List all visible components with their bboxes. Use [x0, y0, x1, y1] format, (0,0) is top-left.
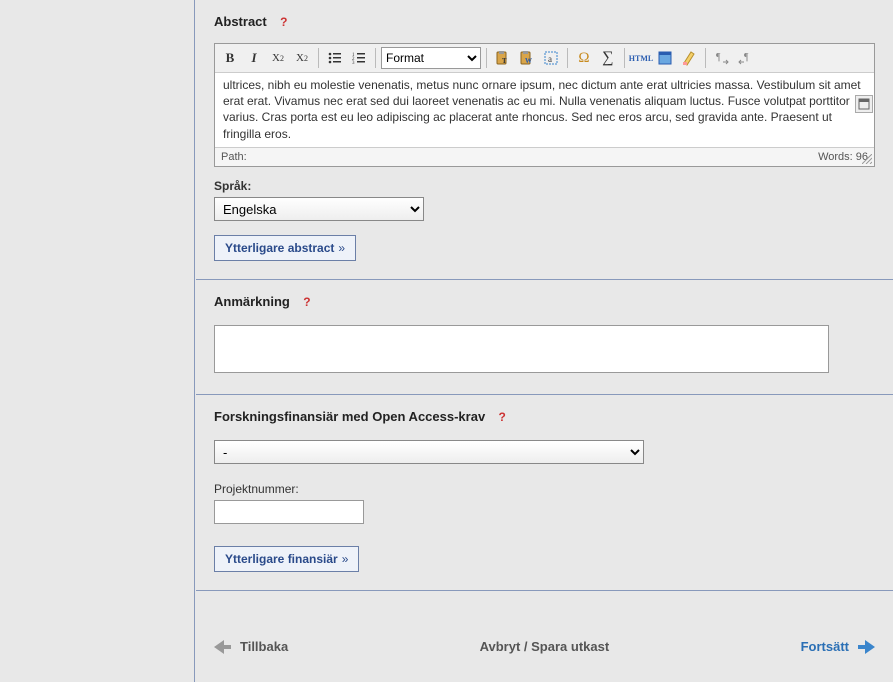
unordered-list-button[interactable]: [324, 47, 346, 69]
editor-path: Path:: [221, 151, 247, 163]
footer-nav: Tillbaka Avbryt / Spara utkast Fortsätt: [196, 615, 893, 682]
rich-text-editor: B I X2 X2 123 Format: [214, 43, 875, 167]
language-label: Språk:: [214, 179, 875, 193]
abstract-title: Abstract: [214, 14, 267, 29]
abstract-help-icon[interactable]: ?: [280, 15, 287, 29]
rtl-button[interactable]: ¶: [735, 47, 757, 69]
editor-statusbar: Path: Words: 96: [215, 147, 874, 166]
arrow-right-icon: [857, 640, 875, 654]
editor-toolbar: B I X2 X2 123 Format: [215, 44, 874, 73]
svg-text:3: 3: [352, 61, 355, 66]
bold-button[interactable]: B: [219, 47, 241, 69]
equation-button[interactable]: ∑: [597, 47, 619, 69]
arrow-left-icon: [214, 640, 232, 654]
funder-select[interactable]: -: [214, 440, 644, 464]
svg-text:W: W: [525, 57, 532, 65]
editor-side-control[interactable]: [855, 95, 873, 113]
note-section: Anmärkning ?: [196, 280, 893, 395]
note-title: Anmärkning: [214, 294, 290, 309]
clear-formatting-button[interactable]: [678, 47, 700, 69]
funder-title: Forskningsfinansiär med Open Access-krav: [214, 409, 485, 424]
abstract-textarea[interactable]: ultrices, nibh eu molestie venenatis, me…: [215, 73, 874, 147]
project-number-label: Projektnummer:: [214, 482, 875, 496]
sidebar: [0, 0, 195, 682]
svg-text:¶: ¶: [716, 52, 721, 63]
main-content: Abstract ? B I X2 X2 123: [196, 0, 893, 682]
note-help-icon[interactable]: ?: [303, 295, 310, 309]
ltr-button[interactable]: ¶: [711, 47, 733, 69]
svg-text:¶: ¶: [744, 52, 749, 63]
paste-word-button[interactable]: W: [516, 47, 538, 69]
resize-grip-icon[interactable]: [862, 154, 872, 164]
fullscreen-button[interactable]: [654, 47, 676, 69]
ordered-list-button[interactable]: 123: [348, 47, 370, 69]
add-funder-button[interactable]: Ytterligare finansiär»: [214, 546, 359, 572]
note-textarea[interactable]: [214, 325, 829, 373]
italic-button[interactable]: I: [243, 47, 265, 69]
language-select[interactable]: Engelska: [214, 197, 424, 221]
funder-help-icon[interactable]: ?: [499, 410, 506, 424]
svg-text:T: T: [502, 57, 507, 65]
back-button[interactable]: Tillbaka: [214, 639, 288, 654]
editor-word-count: Words: 96: [818, 151, 868, 163]
add-abstract-button[interactable]: Ytterligare abstract»: [214, 235, 356, 261]
format-select[interactable]: Format: [381, 47, 481, 69]
special-char-button[interactable]: Ω: [573, 47, 595, 69]
project-number-input[interactable]: [214, 500, 364, 524]
continue-button[interactable]: Fortsätt: [801, 639, 875, 654]
abstract-section: Abstract ? B I X2 X2 123: [196, 0, 893, 280]
select-all-button[interactable]: a: [540, 47, 562, 69]
funder-section: Forskningsfinansiär med Open Access-krav…: [196, 395, 893, 591]
html-button[interactable]: HTML: [630, 47, 652, 69]
svg-text:a: a: [548, 54, 552, 64]
subscript-button[interactable]: X2: [267, 47, 289, 69]
superscript-button[interactable]: X2: [291, 47, 313, 69]
cancel-save-button[interactable]: Avbryt / Spara utkast: [480, 639, 610, 654]
paste-text-button[interactable]: T: [492, 47, 514, 69]
